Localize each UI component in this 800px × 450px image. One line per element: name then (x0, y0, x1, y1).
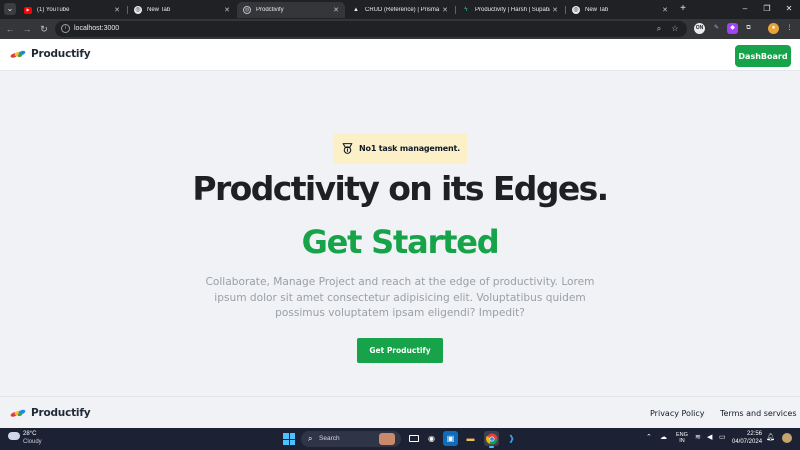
back-arrow-icon[interactable]: ← (4, 23, 16, 35)
new-tab-button[interactable]: + (677, 3, 689, 15)
teams-icon[interactable]: ▣ (443, 431, 458, 446)
speaker-icon[interactable]: ◀ (707, 433, 712, 443)
restore-icon[interactable]: ❐ (758, 2, 776, 16)
close-icon[interactable]: ✕ (331, 6, 341, 14)
search-highlight-icon (379, 433, 395, 445)
medal-icon (342, 143, 353, 154)
clock-date: 04/07/2024 (732, 438, 763, 445)
forward-arrow-icon[interactable]: → (21, 23, 33, 35)
language-region: IN (679, 438, 685, 444)
app-header: Productify DashBoard (0, 39, 800, 71)
badge-text: No1 task management. (359, 144, 460, 153)
search-icon: ⌕ (308, 434, 313, 443)
taskbar-search[interactable]: ⌕ Search (301, 431, 401, 447)
productify-logo-icon (10, 409, 26, 417)
close-icon[interactable]: ✕ (222, 6, 232, 14)
tab-supabase[interactable]: ϟ Productivify | Harsh | Supabase ✕ (456, 2, 564, 18)
page-viewport: Productify DashBoard No1 task management… (0, 39, 800, 428)
browser-tab-strip: ⌄ ▶ (1) YouTube ✕ ◎ New Tab ✕ ◍ Prodctiv… (0, 0, 800, 19)
tab-title: (1) YouTube (37, 7, 70, 13)
hero-description: Collaborate, Manage Project and reach at… (205, 276, 595, 319)
privacy-policy-link[interactable]: Privacy Policy (650, 409, 705, 418)
brand[interactable]: Productify (10, 48, 91, 60)
chrome-logo-icon (485, 433, 497, 444)
productify-logo-icon (10, 50, 26, 58)
footer-divider (0, 396, 800, 397)
clock-time: 22:56 (746, 431, 762, 437)
vscode-icon[interactable]: ❱ (504, 431, 519, 446)
wifi-icon[interactable]: ≋ (695, 433, 701, 443)
hero-subtitle: Get Started (301, 223, 500, 261)
hero-title: Prodctivity on its Edges. (192, 169, 609, 208)
taskbar-profile-icon[interactable] (782, 433, 792, 443)
weather-temp[interactable]: 28°C (23, 431, 36, 438)
globe-icon: ◍ (243, 6, 251, 14)
chrome-icon: ◎ (572, 6, 580, 14)
tab-prisma-docs[interactable]: ▲ CRUD (Reference) | Prisma Doc ✕ (346, 2, 454, 18)
prisma-icon: ▲ (353, 7, 359, 13)
search-label: Search (319, 435, 340, 442)
bookmark-star-icon[interactable]: ☆ (670, 24, 680, 34)
close-icon[interactable]: ✕ (550, 6, 560, 14)
footer-brand[interactable]: Productify (10, 407, 91, 419)
minimize-icon[interactable]: – (736, 2, 754, 16)
battery-icon[interactable]: ▭ (719, 433, 726, 443)
close-icon[interactable]: ✕ (440, 6, 450, 14)
youtube-icon: ▶ (24, 6, 32, 14)
tab-title: Productivify | Harsh | Supabase (475, 7, 550, 13)
tab-youtube[interactable]: ▶ (1) YouTube ✕ (18, 2, 126, 18)
menu-kebab-icon[interactable]: ⋮ (784, 23, 795, 34)
reload-icon[interactable]: ↻ (38, 23, 50, 35)
language-indicator[interactable]: ENG IN (676, 432, 688, 444)
chrome-taskbar-icon[interactable] (484, 431, 499, 448)
window-close-icon[interactable]: ✕ (780, 2, 798, 16)
onedrive-icon[interactable]: ☁ (660, 433, 667, 443)
footer-brand-name: Productify (31, 407, 91, 419)
extension-pen-icon[interactable]: ✎ (711, 23, 722, 34)
tab-new-tab[interactable]: ◎ New Tab ✕ (128, 2, 236, 18)
feature-badge: No1 task management. (334, 133, 467, 164)
weather-desc[interactable]: Cloudy (23, 439, 42, 446)
terms-link[interactable]: Terms and services (720, 409, 797, 418)
tab-search-button[interactable]: ⌄ (4, 3, 16, 15)
task-view-icon[interactable] (406, 431, 421, 446)
tab-title: CRUD (Reference) | Prisma Doc (365, 7, 440, 13)
extension-puzzle-icon[interactable]: ◆ (727, 23, 738, 34)
active-indicator (489, 446, 494, 448)
windows-taskbar: 28°C Cloudy ⌕ Search ◉ ▣ ▬ ❱ ⌃ ☁ ENG IN … (0, 428, 800, 450)
address-bar[interactable]: i localhost:3000 ⌕ ☆ (55, 21, 687, 37)
system-clock[interactable]: 22:56 04/07/2024 (732, 431, 762, 446)
tab-new-tab-2[interactable]: ◎ New Tab ✕ (566, 2, 674, 18)
dashboard-button[interactable]: DashBoard (735, 45, 791, 67)
tab-title: New Tab (147, 7, 171, 13)
browser-toolbar: ← → ↻ i localhost:3000 ⌕ ☆ ON ✎ ◆ ⧉ ● ⋮ (0, 19, 800, 39)
close-icon[interactable]: ✕ (112, 6, 122, 14)
extensions-icon[interactable]: ⧉ (743, 23, 754, 34)
zoom-icon[interactable]: ⌕ (654, 24, 664, 34)
chrome-icon: ◎ (134, 6, 142, 14)
tab-title: New Tab (585, 7, 609, 13)
get-productify-button[interactable]: Get Productify (357, 338, 443, 363)
chevron-up-icon[interactable]: ⌃ (646, 433, 652, 443)
cloud-icon[interactable] (8, 432, 20, 440)
tab-prodctivify[interactable]: ◍ Prodctivify ✕ (237, 2, 345, 18)
windows-start-icon[interactable] (283, 433, 295, 445)
file-explorer-icon[interactable]: ▬ (463, 431, 478, 446)
notification-bell-icon[interactable]: 🔔︎ (766, 433, 775, 443)
brand-name: Productify (31, 48, 91, 60)
url-text: localhost:3000 (74, 25, 120, 32)
site-info-icon[interactable]: i (61, 24, 70, 33)
copilot-icon[interactable]: ◉ (424, 431, 439, 446)
close-icon[interactable]: ✕ (660, 6, 670, 14)
extension-badge[interactable]: ON (694, 23, 705, 34)
tab-title: Prodctivify (256, 7, 284, 13)
supabase-icon: ϟ (464, 7, 468, 13)
profile-avatar[interactable]: ● (768, 23, 779, 34)
